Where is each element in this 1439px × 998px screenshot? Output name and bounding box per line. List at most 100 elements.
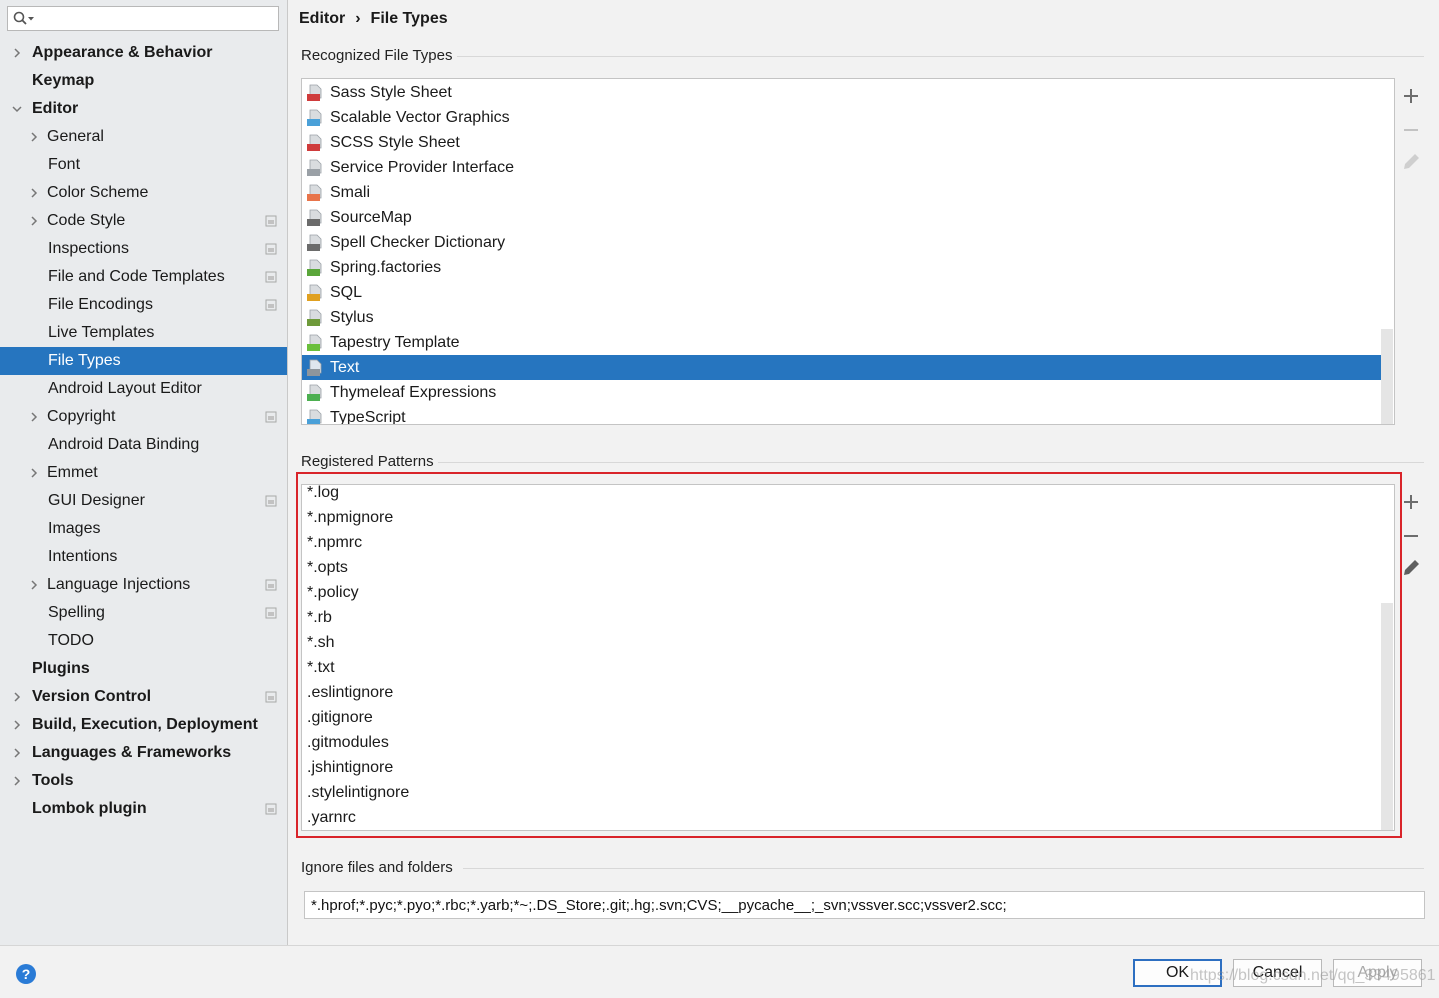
sidebar-item[interactable]: Spelling [0,599,287,627]
sidebar-item[interactable]: Inspections [0,235,287,263]
help-icon[interactable]: ? [16,964,36,984]
add-icon[interactable] [1397,488,1425,516]
file-type-row[interactable]: Text [302,355,1381,380]
file-type-name: Thymeleaf Expressions [330,384,497,401]
pattern-row[interactable]: *.sh [302,630,1381,655]
sidebar-item[interactable]: TODO [0,627,287,655]
pattern-text: .gitmodules [307,734,389,751]
ignore-files-input[interactable] [304,891,1425,919]
sidebar-item[interactable]: Copyright [0,403,287,431]
file-type-row[interactable]: Spring.factories [302,255,1381,280]
pattern-row[interactable]: *.policy [302,580,1381,605]
sidebar-item[interactable]: Live Templates [0,319,287,347]
file-type-row[interactable]: Spell Checker Dictionary [302,230,1381,255]
watermark: https://blog.csdn.net/qq_33495861 [1190,967,1436,984]
chevron-right-icon[interactable] [12,776,22,786]
breadcrumb-parent[interactable]: Editor [299,10,345,28]
file-type-row[interactable]: Sass Style Sheet [302,80,1381,105]
sidebar-item[interactable]: File Types [0,347,287,375]
file-type-row[interactable]: TypeScript [302,405,1381,424]
remove-icon[interactable] [1397,116,1425,144]
pattern-row[interactable]: .yarnrc [302,805,1381,830]
pattern-row[interactable]: *.log [302,485,1381,505]
chevron-down-icon[interactable] [12,104,22,114]
pattern-row[interactable]: *.txt [302,655,1381,680]
sidebar-item[interactable]: Font [0,151,287,179]
recognized-file-types-list[interactable]: Sass Style Sheet Scalable Vector Graphics… [301,78,1395,425]
sidebar-item[interactable]: Editor [0,95,287,123]
file-type-row[interactable]: Tapestry Template [302,330,1381,355]
pattern-row[interactable]: .gitignore [302,705,1381,730]
divider [438,462,1424,463]
project-scope-icon [265,271,277,283]
breadcrumb-current: File Types [370,10,448,27]
file-type-row[interactable]: SQL [302,280,1381,305]
file-type-row[interactable]: Thymeleaf Expressions [302,380,1381,405]
chevron-right-icon[interactable] [29,412,39,422]
file-type-row[interactable]: SCSS Style Sheet [302,130,1381,155]
sidebar-item[interactable]: Appearance & Behavior [0,39,287,67]
file-type-row[interactable]: Scalable Vector Graphics [302,105,1381,130]
pattern-row[interactable]: .stylelintignore [302,780,1381,805]
sidebar-item-label: Plugins [32,660,90,677]
search-icon[interactable] [13,11,35,27]
sidebar-item[interactable]: Code Style [0,207,287,235]
sidebar-item[interactable]: Languages & Frameworks [0,739,287,767]
chevron-right-icon[interactable] [12,748,22,758]
sidebar-item[interactable]: General [0,123,287,151]
sidebar-item[interactable]: Build, Execution, Deployment [0,711,287,739]
chevron-right-icon[interactable] [29,216,39,226]
sidebar-item-label: Language Injections [47,576,191,593]
remove-icon[interactable] [1397,522,1425,550]
sidebar-item[interactable]: Version Control [0,683,287,711]
chevron-right-icon[interactable] [29,580,39,590]
chevron-right-icon[interactable] [29,188,39,198]
add-icon[interactable] [1397,82,1425,110]
file-type-name: Service Provider Interface [330,159,515,176]
sidebar-item-label: Editor [32,100,79,117]
pattern-text: .jshintignore [307,759,394,776]
file-type-row[interactable]: Stylus [302,305,1381,330]
sidebar-item[interactable]: File Encodings [0,291,287,319]
sidebar-item-label: Build, Execution, Deployment [32,716,258,733]
file-type-row[interactable]: SourceMap [302,205,1381,230]
chevron-right-icon[interactable] [12,48,22,58]
sidebar-item[interactable]: Tools [0,767,287,795]
sidebar-item[interactable]: Color Scheme [0,179,287,207]
chevron-right-icon[interactable] [12,720,22,730]
sidebar-item[interactable]: File and Code Templates [0,263,287,291]
pattern-row[interactable]: *.npmignore [302,505,1381,530]
pattern-row[interactable]: *.opts [302,555,1381,580]
search-input[interactable] [38,9,278,29]
sidebar-item-label: Code Style [47,212,126,229]
file-type-row[interactable]: Service Provider Interface [302,155,1381,180]
edit-icon[interactable] [1397,148,1425,176]
sidebar-item[interactable]: Intentions [0,543,287,571]
sidebar-item[interactable]: Lombok plugin [0,795,287,823]
sidebar-item-label: General [47,128,104,145]
sidebar-item[interactable]: Plugins [0,655,287,683]
settings-search-box[interactable] [7,6,279,31]
scrollbar-thumb[interactable] [1381,603,1393,830]
scrollbar-thumb[interactable] [1381,329,1393,424]
chevron-right-icon[interactable] [29,468,39,478]
edit-icon[interactable] [1397,554,1425,582]
sidebar-item[interactable]: Emmet [0,459,287,487]
pattern-row[interactable]: *.npmrc [302,530,1381,555]
pattern-row[interactable]: .eslintignore [302,680,1381,705]
pattern-row[interactable]: .jshintignore [302,755,1381,780]
sidebar-item[interactable]: Language Injections [0,571,287,599]
sass-file-icon [307,84,322,101]
sidebar-item[interactable]: Android Layout Editor [0,375,287,403]
registered-patterns-list[interactable]: *.log *.npmignore *.npmrc *.opts *.policy *.r… [301,484,1395,831]
pattern-row[interactable]: *.rb [302,605,1381,630]
sidebar-item[interactable]: Keymap [0,67,287,95]
sidebar-item[interactable]: GUI Designer [0,487,287,515]
file-type-row[interactable]: Smali [302,180,1381,205]
sidebar-item-label: File and Code Templates [48,268,225,285]
chevron-right-icon[interactable] [29,132,39,142]
chevron-right-icon[interactable] [12,692,22,702]
sidebar-item[interactable]: Images [0,515,287,543]
pattern-row[interactable]: .gitmodules [302,730,1381,755]
sidebar-item[interactable]: Android Data Binding [0,431,287,459]
